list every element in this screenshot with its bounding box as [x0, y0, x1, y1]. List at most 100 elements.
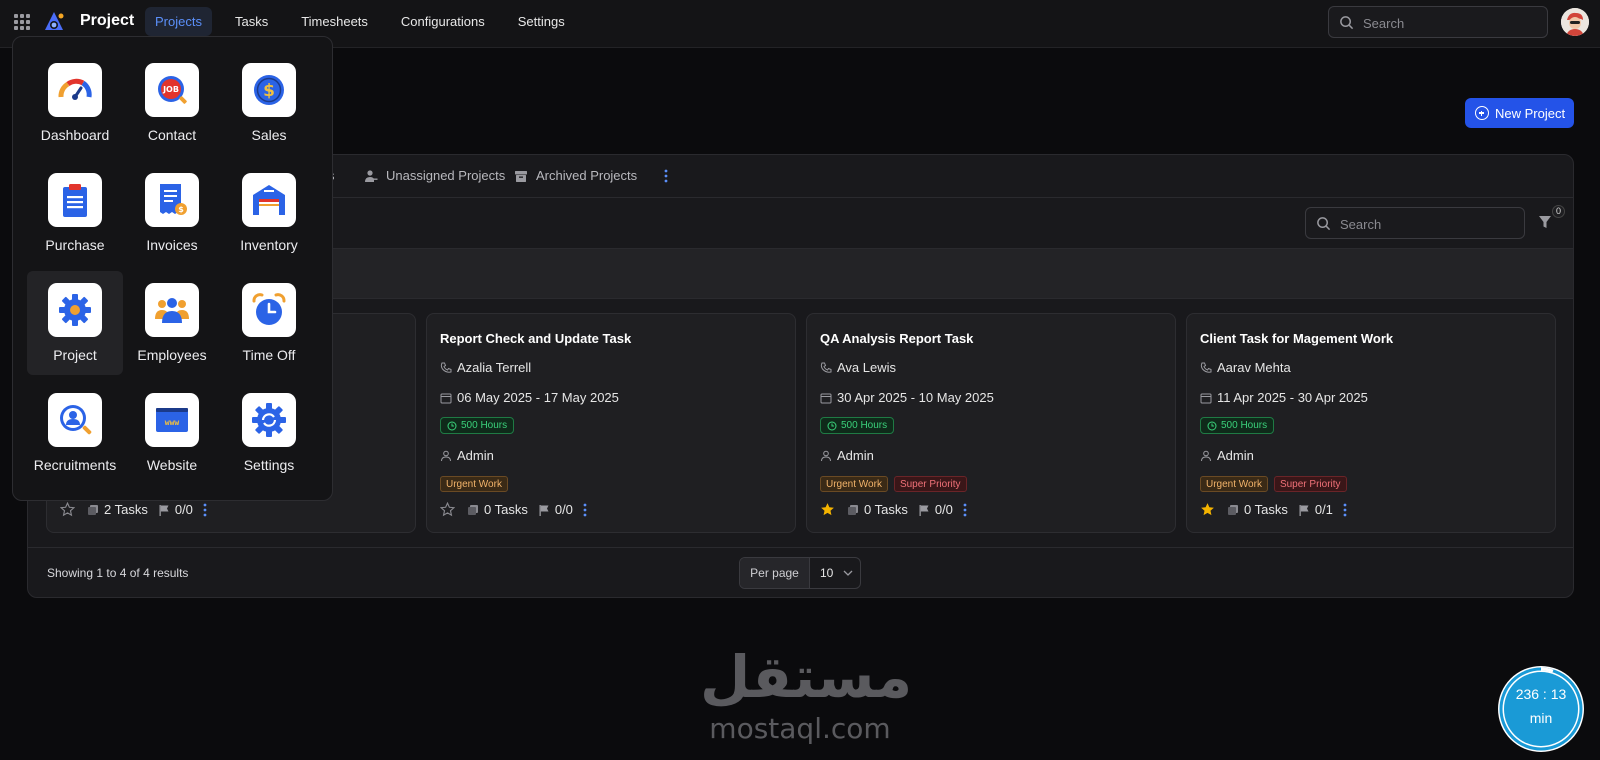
- hours-badge: 500 Hours: [1200, 417, 1275, 434]
- www-icon: www: [145, 393, 199, 447]
- card-title[interactable]: Client Task for Magement Work: [1200, 331, 1393, 346]
- task-count: 2 Tasks: [87, 502, 148, 517]
- tab-archived-projects[interactable]: Archived Projects: [514, 168, 637, 183]
- card-user: Admin: [440, 448, 494, 463]
- launcher-app-website[interactable]: www Website: [124, 381, 220, 485]
- card-dates: 11 Apr 2025 - 30 Apr 2025: [1200, 390, 1368, 405]
- launcher-app-label: Inventory: [240, 237, 298, 253]
- new-project-label: New Project: [1495, 105, 1566, 121]
- tab-archived-label: Archived Projects: [536, 168, 638, 183]
- task-count-label: 0 Tasks: [1244, 502, 1288, 517]
- per-page-number: 10: [820, 566, 834, 580]
- launcher-app-purchase[interactable]: Purchase: [27, 161, 123, 265]
- svg-text:$: $: [263, 81, 275, 101]
- tag-urgent-work: Urgent Work: [1200, 476, 1268, 492]
- task-count-label: 2 Tasks: [104, 502, 148, 517]
- phone-icon: [820, 362, 832, 373]
- launcher-app-dashboard[interactable]: Dashboard: [27, 51, 123, 155]
- card-title[interactable]: Report Check and Update Task: [440, 331, 631, 346]
- milestone-count-label: 0/0: [174, 502, 193, 517]
- card-more-icon[interactable]: [1343, 503, 1347, 517]
- tabs-more-icon[interactable]: [664, 169, 668, 183]
- project-card[interactable]: QA Analysis Report Task Ava Lewis 30 Apr…: [806, 313, 1176, 533]
- launcher-app-settings[interactable]: Settings: [221, 381, 317, 485]
- calendar-icon: [440, 393, 452, 403]
- top-search-box: [1328, 6, 1548, 38]
- card-tags: Urgent Work: [440, 476, 514, 492]
- card-date-range: 11 Apr 2025 - 30 Apr 2025: [1217, 390, 1368, 405]
- timer-time: 236 : 13: [1515, 686, 1567, 702]
- flag-icon: [159, 504, 169, 516]
- nav-timesheets[interactable]: Timesheets: [291, 7, 378, 36]
- tasks-icon: [468, 504, 478, 515]
- card-more-icon[interactable]: [203, 503, 207, 517]
- user-minus-icon: [365, 169, 378, 182]
- launcher-app-project[interactable]: Project: [27, 271, 123, 375]
- dollar-icon: $: [242, 63, 296, 117]
- user-icon: [821, 450, 831, 461]
- project-card[interactable]: Client Task for Magement Work Aarav Meht…: [1186, 313, 1556, 533]
- per-page-select[interactable]: Per page 10: [739, 557, 861, 589]
- user-avatar[interactable]: [1561, 8, 1589, 36]
- tag-urgent-work: Urgent Work: [440, 476, 508, 492]
- milestone-count: 0/1: [1298, 502, 1333, 517]
- avatar-image: [1561, 8, 1589, 36]
- hours-badge: 500 Hours: [820, 417, 895, 434]
- card-footer: 2 Tasks 0/0: [60, 502, 207, 517]
- filter-count-badge: 0: [1552, 205, 1565, 218]
- milestone-count-label: 0/1: [1314, 502, 1333, 517]
- search-icon: [1317, 217, 1331, 231]
- project-card[interactable]: Report Check and Update Task Azalia Terr…: [426, 313, 796, 533]
- recruit-search-icon: [48, 393, 102, 447]
- launcher-app-invoices[interactable]: $ Invoices: [124, 161, 220, 265]
- nav-settings[interactable]: Settings: [508, 7, 575, 36]
- nav-tasks[interactable]: Tasks: [225, 7, 278, 36]
- clock-icon: [1207, 421, 1217, 430]
- card-dates: 30 Apr 2025 - 10 May 2025: [820, 390, 994, 405]
- star-outline-icon[interactable]: [440, 502, 455, 517]
- watermark-latin: mostaql.com: [709, 712, 891, 745]
- launcher-app-employees[interactable]: Employees: [124, 271, 220, 375]
- launcher-app-sales[interactable]: $ Sales: [221, 51, 317, 155]
- launcher-app-inventory[interactable]: Inventory: [221, 161, 317, 265]
- app-grid-icon[interactable]: [14, 14, 30, 30]
- tab-unassigned-projects[interactable]: Unassigned Projects: [364, 168, 505, 183]
- card-title[interactable]: QA Analysis Report Task: [820, 331, 973, 346]
- panel-search-box: [1305, 207, 1525, 239]
- star-filled-icon[interactable]: [820, 502, 835, 517]
- star-outline-icon[interactable]: [60, 502, 75, 517]
- card-user-name: Admin: [457, 448, 494, 463]
- user-icon: [1201, 450, 1211, 461]
- top-search-input[interactable]: [1363, 13, 1533, 33]
- per-page-value[interactable]: 10: [810, 558, 860, 588]
- card-contact: Ava Lewis: [820, 360, 896, 375]
- launcher-app-time-off[interactable]: Time Off: [221, 271, 317, 375]
- hours-label: 500 Hours: [461, 420, 508, 431]
- panel-search-input[interactable]: [1340, 214, 1510, 234]
- star-filled-icon[interactable]: [1200, 502, 1215, 517]
- launcher-app-contact[interactable]: JOB Contact: [124, 51, 220, 155]
- main-nav: Projects Tasks Timesheets Configurations…: [145, 7, 588, 36]
- nav-projects[interactable]: Projects: [145, 7, 212, 36]
- launcher-app-recruitments[interactable]: Recruitments: [27, 381, 123, 485]
- card-more-icon[interactable]: [583, 503, 587, 517]
- watermark-arabic: مستقل: [700, 643, 913, 711]
- nav-configurations[interactable]: Configurations: [391, 7, 495, 36]
- app-logo-icon[interactable]: [42, 10, 66, 34]
- search-icon: [1340, 16, 1354, 30]
- timer-widget[interactable]: 236 : 13 min: [1498, 666, 1584, 752]
- tag-urgent-work: Urgent Work: [820, 476, 888, 492]
- task-count-label: 0 Tasks: [864, 502, 908, 517]
- card-more-icon[interactable]: [963, 503, 967, 517]
- new-project-button[interactable]: New Project: [1465, 98, 1574, 128]
- plus-circle-icon: [1475, 106, 1489, 120]
- user-icon: [441, 450, 451, 461]
- app-launcher-menu: Dashboard JOB Contact $ Sales Purchase $…: [12, 36, 333, 501]
- tab-unassigned-label: Unassigned Projects: [386, 168, 506, 183]
- filter-icon[interactable]: [1538, 215, 1552, 229]
- tag-super-priority: Super Priority: [893, 476, 967, 492]
- timer-progress-ring: [1499, 667, 1583, 751]
- hours-label: 500 Hours: [1221, 420, 1268, 431]
- milestone-count-label: 0/0: [554, 502, 573, 517]
- flag-icon: [539, 504, 549, 516]
